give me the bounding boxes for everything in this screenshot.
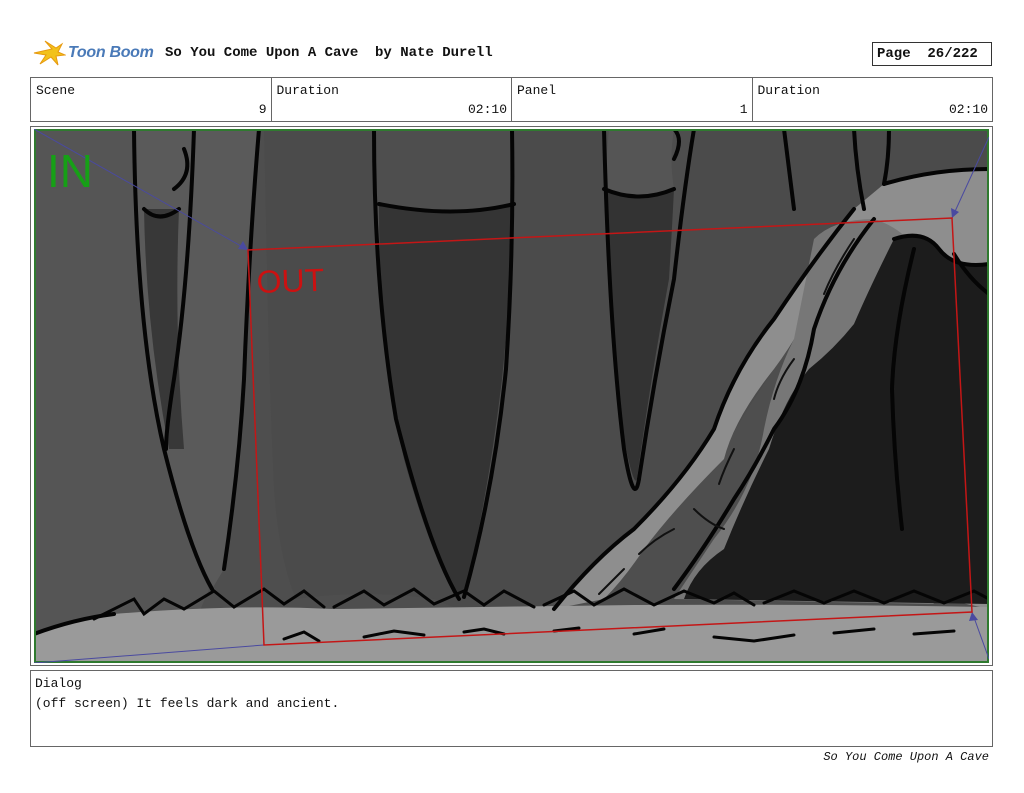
- scene-value: 9: [258, 102, 267, 117]
- scene-label: Scene: [36, 83, 76, 98]
- toon-boom-star-icon: [33, 40, 66, 66]
- page-number: Page 26/222: [872, 42, 992, 66]
- storyboard-title: So You Come Upon A Cave by Nate Durell: [165, 45, 493, 61]
- scene-duration-cell: Duration 02:10: [272, 78, 512, 121]
- panel-info-row: Scene 9 Duration 02:10 Panel 1 Duration …: [30, 77, 993, 122]
- dialog-text: (off screen) It feels dark and ancient.: [35, 696, 340, 711]
- panel-duration-cell: Duration 02:10: [753, 78, 993, 121]
- dialog-label: Dialog: [35, 676, 82, 691]
- footer-title: So You Come Upon A Cave: [823, 750, 989, 764]
- scene-duration-value: 02:10: [467, 102, 507, 117]
- in-frame-label: IN: [47, 145, 93, 197]
- scene-duration-label: Duration: [276, 83, 339, 98]
- scene-cell: Scene 9: [31, 78, 272, 121]
- panel-cell: Panel 1: [512, 78, 753, 121]
- dialog-box: Dialog (off screen) It feels dark and an…: [30, 670, 993, 747]
- storyboard-panel-drawing: IN OUT: [34, 129, 989, 663]
- panel-value: 1: [739, 102, 748, 117]
- panel-duration-label: Duration: [757, 83, 820, 98]
- out-frame-label: OUT: [256, 262, 325, 300]
- panel-duration-value: 02:10: [948, 102, 988, 117]
- toon-boom-logo: Toon Boom: [32, 38, 154, 68]
- logo-text: Toon Boom: [68, 44, 154, 61]
- panel-label: Panel: [517, 83, 557, 98]
